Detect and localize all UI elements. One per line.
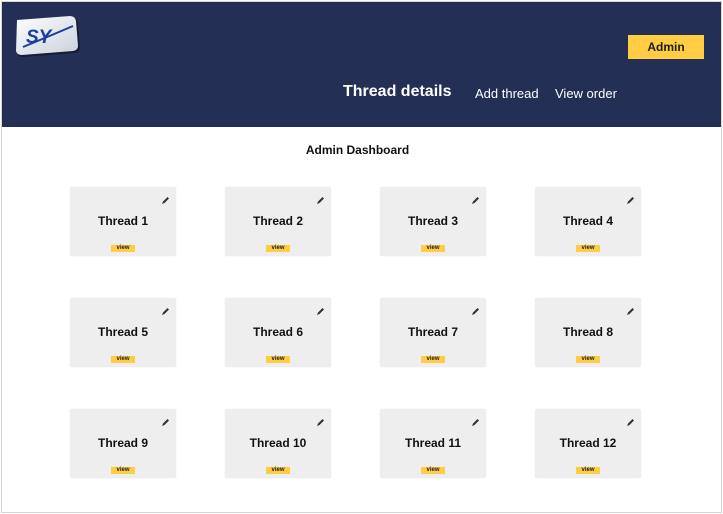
- thread-title: Thread 2: [252, 214, 303, 228]
- view-button[interactable]: view: [266, 467, 290, 474]
- thread-title: Thread 9: [97, 436, 148, 450]
- nav-thread-details-label[interactable]: Thread details: [343, 83, 451, 100]
- pencil-icon[interactable]: [471, 303, 480, 315]
- thread-title: Thread 10: [249, 436, 307, 450]
- thread-title: Thread 4: [562, 214, 613, 228]
- thread-card[interactable]: Thread 6 view: [225, 298, 331, 367]
- thread-card[interactable]: Thread 12 view: [535, 409, 641, 478]
- thread-title: Thread 8: [562, 325, 613, 339]
- nav-thread-details[interactable]: Thread details: [343, 83, 451, 105]
- view-button[interactable]: view: [576, 356, 600, 363]
- pencil-icon[interactable]: [316, 303, 325, 315]
- pencil-icon[interactable]: [161, 303, 170, 315]
- view-button[interactable]: view: [576, 245, 600, 252]
- view-button[interactable]: view: [576, 467, 600, 474]
- thread-card[interactable]: Thread 9 view: [70, 409, 176, 478]
- nav-add-thread-label[interactable]: Add thread: [475, 86, 539, 101]
- pencil-icon[interactable]: [471, 192, 480, 204]
- nav-view-order[interactable]: View order: [555, 86, 617, 108]
- pencil-icon[interactable]: [316, 414, 325, 426]
- view-button[interactable]: view: [421, 356, 445, 363]
- view-button[interactable]: view: [111, 245, 135, 252]
- thread-title: Thread 11: [404, 436, 462, 450]
- view-button[interactable]: view: [421, 245, 445, 252]
- thread-card[interactable]: Thread 4 view: [535, 187, 641, 256]
- pencil-icon[interactable]: [316, 192, 325, 204]
- nav-view-order-label[interactable]: View order: [555, 86, 617, 101]
- thread-card[interactable]: Thread 2 view: [225, 187, 331, 256]
- view-button[interactable]: view: [266, 245, 290, 252]
- thread-title: Thread 7: [407, 325, 458, 339]
- view-button[interactable]: view: [266, 356, 290, 363]
- view-button[interactable]: view: [111, 356, 135, 363]
- thread-title: Thread 12: [559, 436, 617, 450]
- thread-card[interactable]: Thread 11 view: [380, 409, 486, 478]
- sy-logo-icon: SY: [16, 16, 80, 57]
- thread-title: Thread 1: [97, 214, 148, 228]
- thread-card[interactable]: Thread 8 view: [535, 298, 641, 367]
- thread-card[interactable]: Thread 3 view: [380, 187, 486, 256]
- pencil-icon[interactable]: [161, 414, 170, 426]
- thread-title: Thread 3: [407, 214, 458, 228]
- pencil-icon[interactable]: [471, 414, 480, 426]
- thread-grid: Thread 1 view Thread 2 view Thread 3 vie…: [70, 187, 641, 478]
- nav-add-thread[interactable]: Add thread: [475, 86, 539, 108]
- thread-title: Thread 6: [252, 325, 303, 339]
- view-button[interactable]: view: [111, 467, 135, 474]
- thread-card[interactable]: Thread 10 view: [225, 409, 331, 478]
- top-header: SY Admin Thread details Add thread View …: [2, 2, 721, 127]
- thread-card[interactable]: Thread 1 view: [70, 187, 176, 256]
- pencil-icon[interactable]: [161, 192, 170, 204]
- thread-title: Thread 5: [97, 325, 148, 339]
- page-title: Admin Dashboard: [305, 143, 410, 157]
- thread-card[interactable]: Thread 5 view: [70, 298, 176, 367]
- thread-card[interactable]: Thread 7 view: [380, 298, 486, 367]
- pencil-icon[interactable]: [626, 303, 635, 315]
- view-button[interactable]: view: [421, 467, 445, 474]
- pencil-icon[interactable]: [626, 192, 635, 204]
- logo[interactable]: SY: [15, 16, 81, 58]
- admin-button[interactable]: Admin: [628, 35, 704, 59]
- pencil-icon[interactable]: [626, 414, 635, 426]
